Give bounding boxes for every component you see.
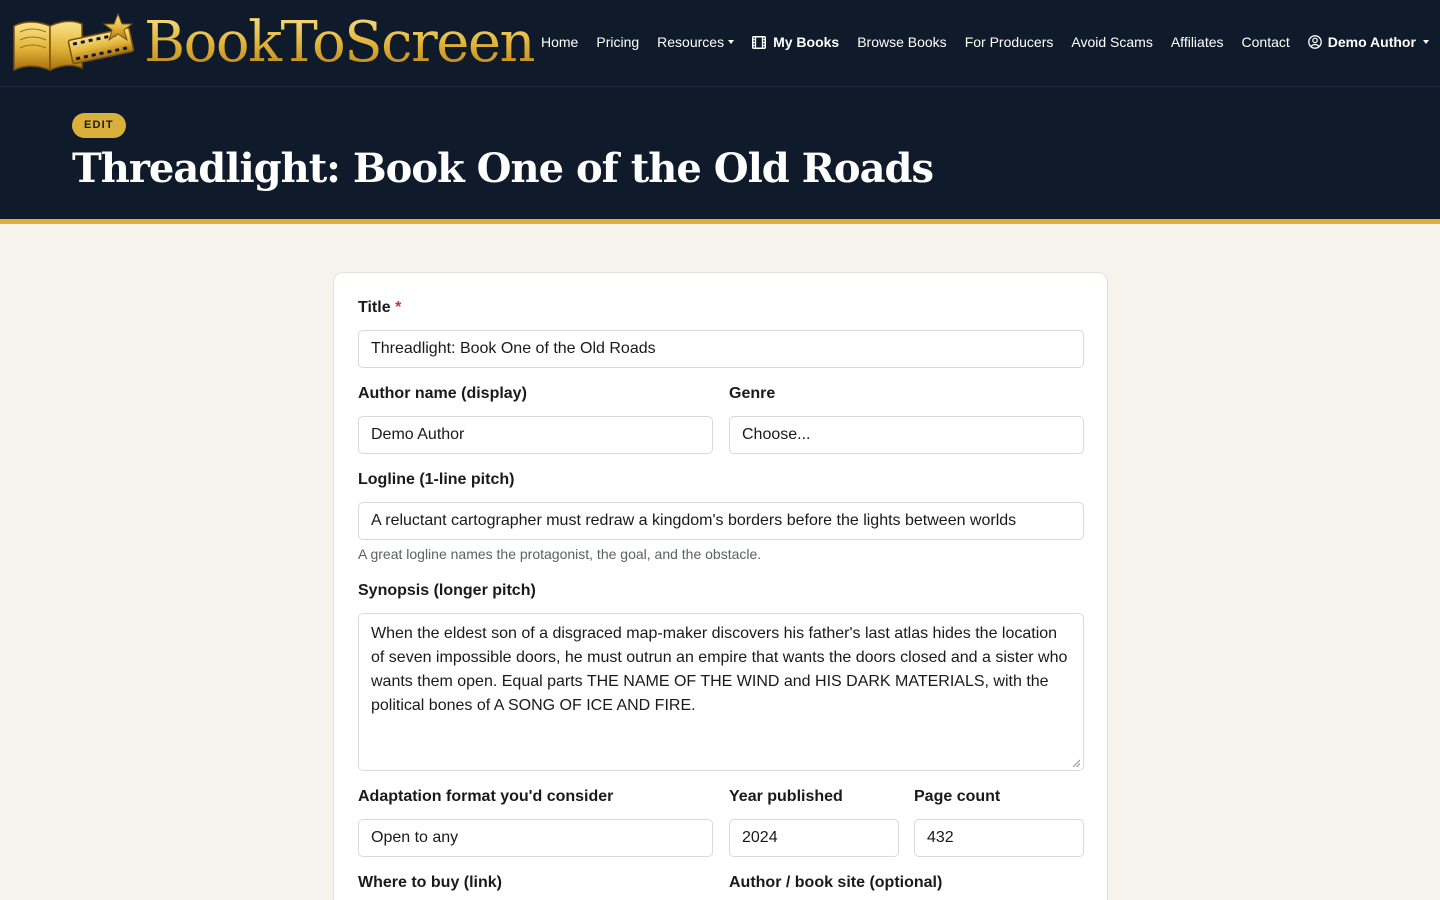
resize-grip-icon[interactable] [1072,759,1080,767]
top-navbar: BookToScreen Home Pricing Resources My B… [0,0,1440,87]
title-input[interactable]: Threadlight: Book One of the Old Roads [358,330,1084,368]
synopsis-text: When the eldest son of a disgraced map-m… [371,625,1068,714]
nav-my-books-label: My Books [773,34,840,50]
nav-contact[interactable]: Contact [1242,34,1290,50]
edit-badge: EDIT [72,113,126,138]
nav-home[interactable]: Home [541,34,578,50]
format-select[interactable]: Open to any [358,819,713,857]
page-header: EDIT Threadlight: Book One of the Old Ro… [0,87,1440,219]
user-circle-icon [1307,35,1322,49]
header-accent-bar [0,219,1440,224]
nav-user-name: Demo Author [1327,34,1416,50]
pages-input[interactable]: 432 [914,819,1084,857]
format-label: Adaptation format you'd consider [358,788,614,805]
logline-input[interactable]: A reluctant cartographer must redraw a k… [358,502,1084,540]
brand-logo[interactable]: BookToScreen [10,10,536,76]
title-label: Title * [358,299,401,317]
nav-resources-label: Resources [657,34,725,50]
nav-resources-dropdown[interactable]: Resources [657,34,735,50]
buy-link-label: Where to buy (link) [358,874,502,891]
author-input[interactable]: Demo Author [358,416,713,454]
nav-avoid-scams[interactable]: Avoid Scams [1071,34,1152,50]
genre-select[interactable]: Choose... [729,416,1084,454]
nav-affiliates[interactable]: Affiliates [1171,34,1224,50]
nav-my-books[interactable]: My Books [752,34,839,50]
site-link-label: Author / book site (optional) [729,874,943,891]
edit-book-form: Title * Threadlight: Book One of the Old… [333,272,1108,900]
logline-label: Logline (1-line pitch) [358,471,515,488]
caret-down-icon [728,40,735,44]
nav-pricing[interactable]: Pricing [596,34,639,50]
required-marker: * [395,299,402,316]
books-logo-icon [13,12,135,72]
year-label: Year published [729,788,843,805]
genre-label: Genre [729,385,776,402]
nav-user-menu[interactable]: Demo Author [1307,34,1429,50]
nav-browse-books[interactable]: Browse Books [857,34,946,50]
pages-label: Page count [914,788,1001,805]
brand-name: BookToScreen [144,10,536,75]
synopsis-textarea[interactable]: When the eldest son of a disgraced map-m… [358,613,1084,771]
year-input[interactable]: 2024 [729,819,899,857]
synopsis-label: Synopsis (longer pitch) [358,582,536,599]
caret-down-icon [1422,40,1429,44]
title-label-text: Title [358,299,391,316]
film-icon [752,35,767,49]
nav-for-producers[interactable]: For Producers [965,34,1054,50]
page-title: Threadlight: Book One of the Old Roads [72,145,934,192]
nav-links: Home Pricing Resources My Books Browse B… [541,30,1429,54]
author-label: Author name (display) [358,385,527,402]
logline-hint: A great logline names the protagonist, t… [358,546,762,562]
